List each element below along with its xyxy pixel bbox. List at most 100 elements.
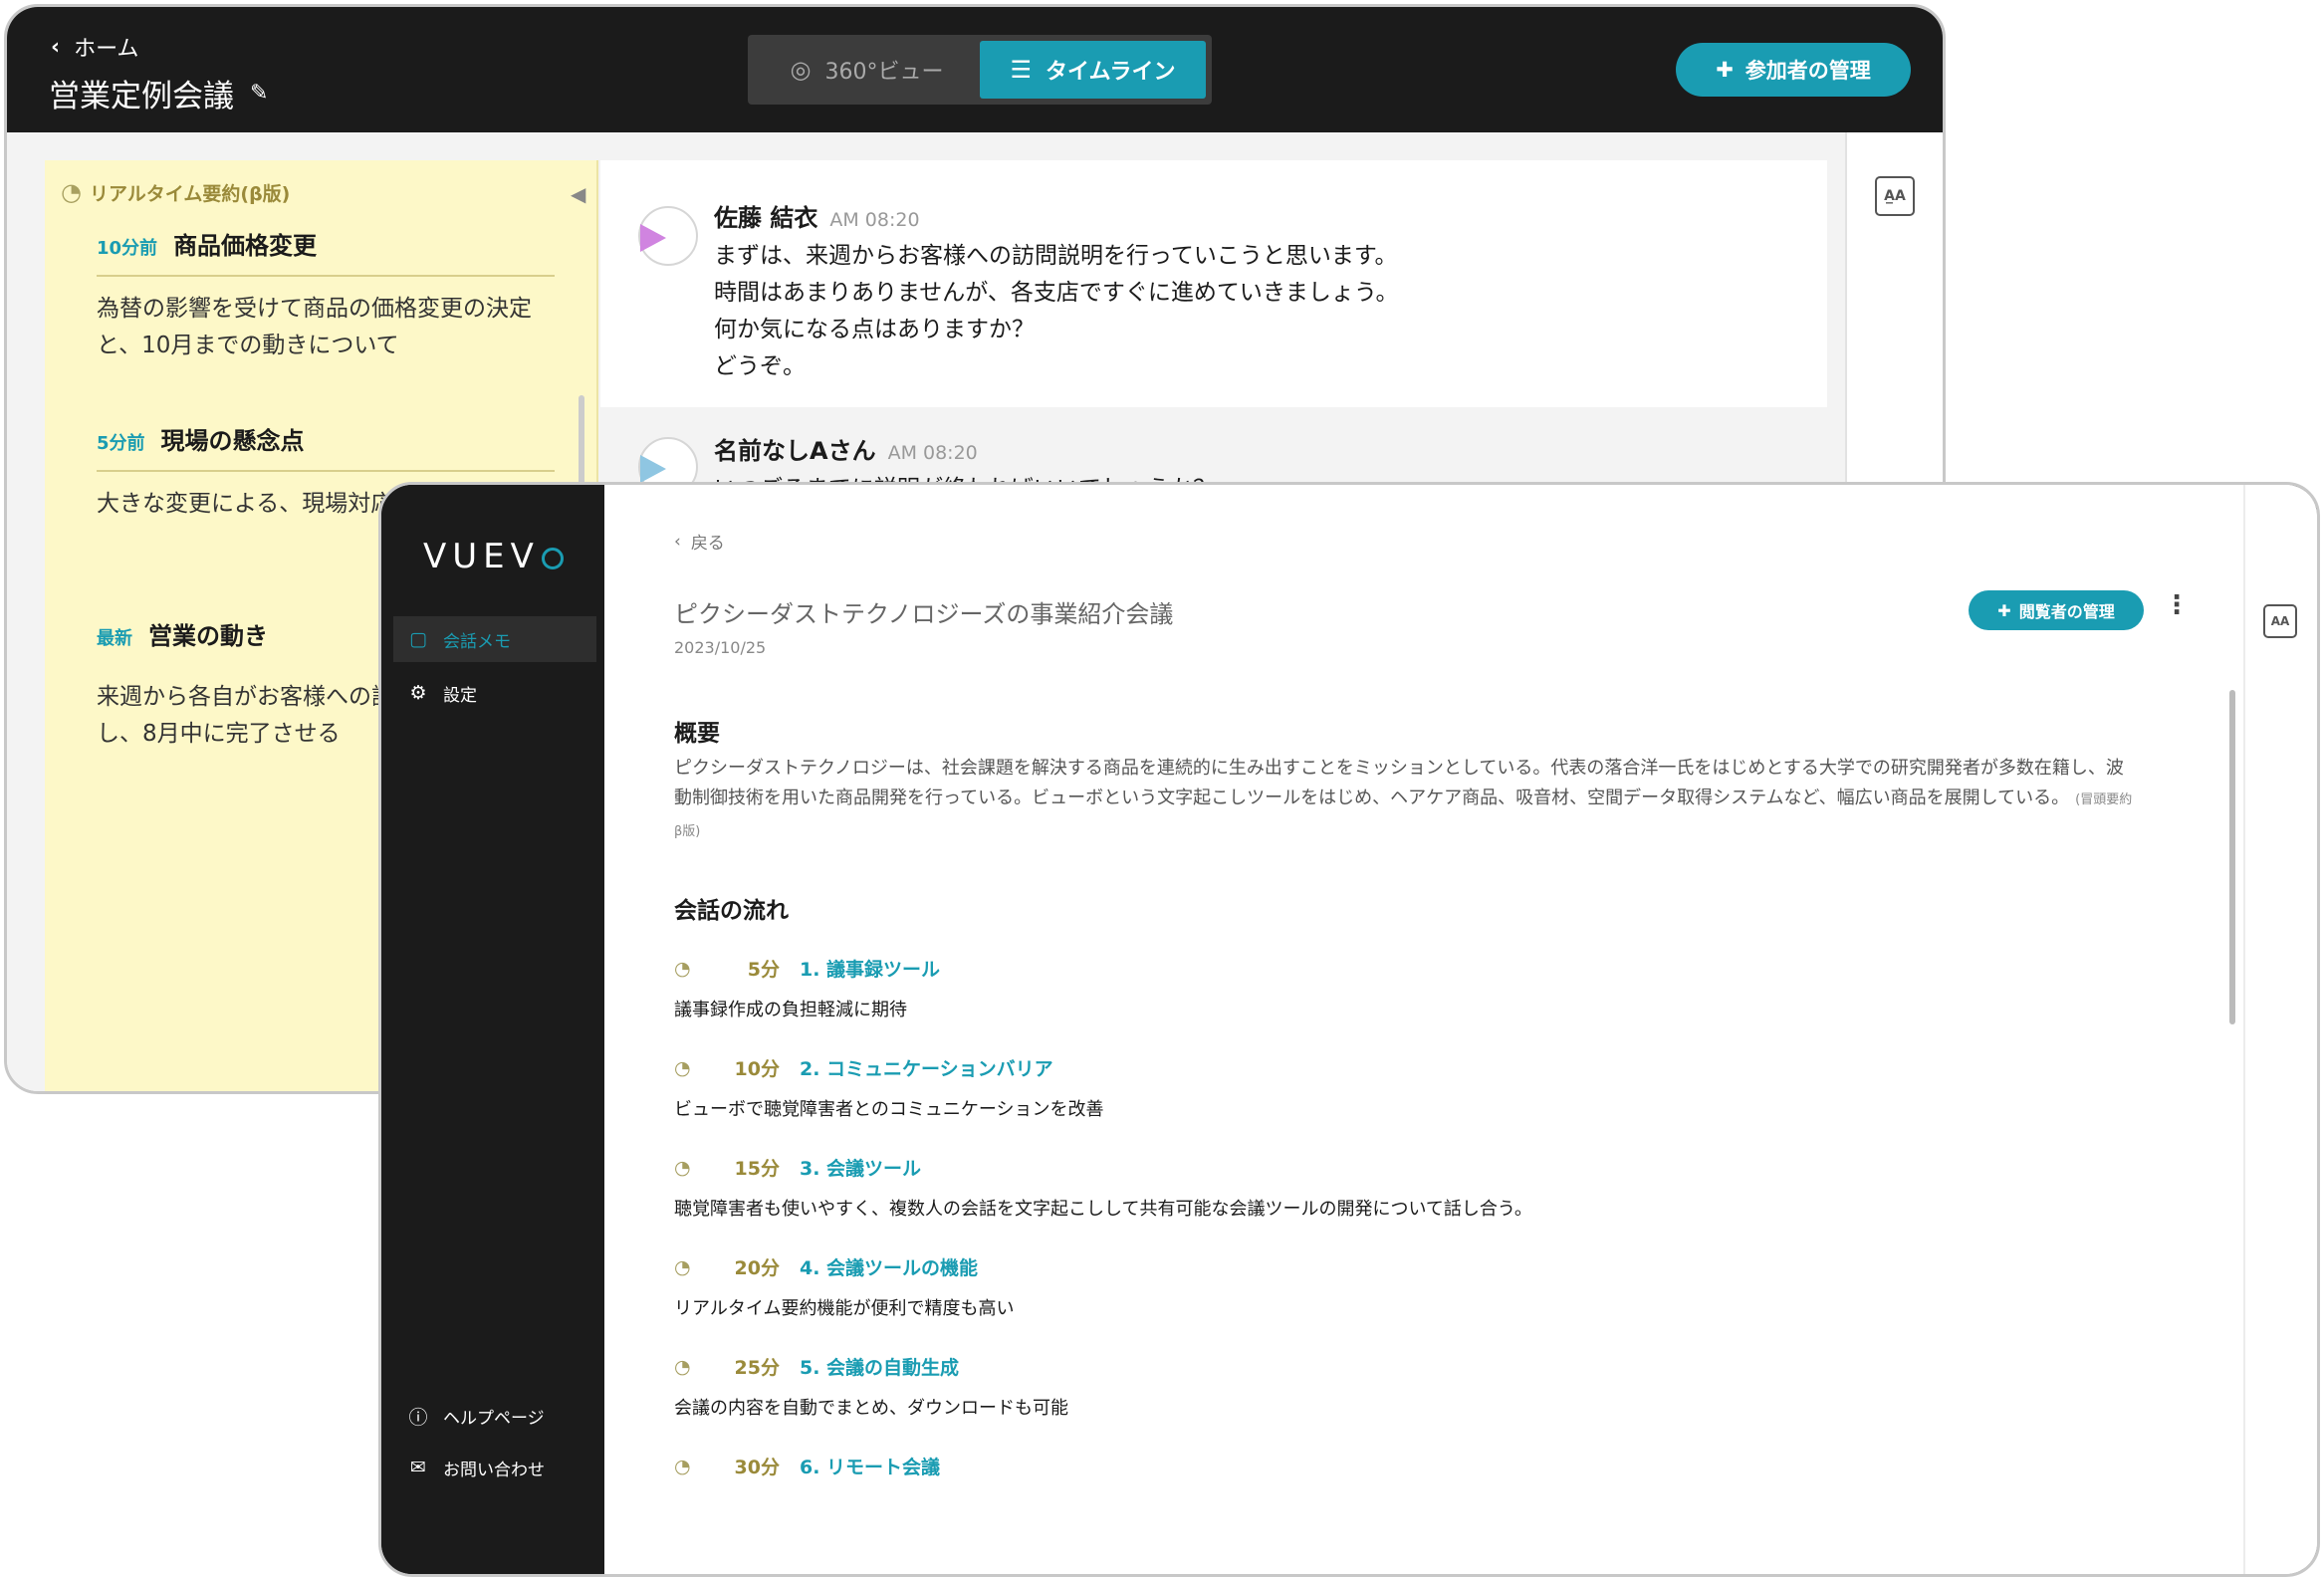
flow-item: ◔ 25分 5. 会議の自動生成 会議の内容を自動でまとめ、ダウンロードも可能 — [674, 1353, 2068, 1420]
clock-check-icon: ◔ — [674, 1455, 691, 1477]
view-toggle: ◎ 360°ビュー ☰ タイムライン — [748, 35, 1212, 105]
flow-minute: 25分 — [734, 1357, 780, 1379]
clock-check-icon: ◔ — [674, 957, 691, 980]
collapse-triangle-icon[interactable]: ◀ — [571, 182, 585, 206]
tab-timeline[interactable]: ☰ タイムライン — [980, 41, 1206, 99]
edit-pencil-icon[interactable]: ✎ — [250, 81, 268, 106]
summary-topic: 現場の懸念点 — [160, 427, 305, 455]
flow-minute: 15分 — [734, 1158, 780, 1180]
flow-topic-link[interactable]: 3. 会議ツール — [800, 1154, 921, 1181]
overview-title: 概要 — [674, 721, 720, 747]
sidebar-item-settings[interactable]: ⚙ 設定 — [393, 670, 596, 716]
clock-check-icon: ◔ — [674, 1355, 691, 1378]
logo-o-ring — [541, 547, 564, 569]
sidebar-item-help[interactable]: ⓘ ヘルプページ — [393, 1393, 596, 1439]
content-scrollbar[interactable] — [2229, 690, 2235, 1024]
home-link[interactable]: ‹ ホーム — [51, 31, 138, 63]
speaker-name: 名前なしAさん — [714, 437, 876, 465]
front-window: VUEV ▢ 会話メモ ⚙ 設定 ⓘ ヘルプページ ✉ お問い合わせ ‹ 戻る … — [378, 482, 2320, 1577]
timeline-list-icon: ☰ — [1010, 56, 1033, 84]
summary-heading: ◔ リアルタイム要約(β版) — [61, 178, 290, 206]
clock-check-icon: ◔ — [674, 1056, 691, 1079]
speaker-name: 佐藤 結衣 — [714, 204, 818, 232]
summary-topic: 商品価格変更 — [173, 232, 318, 260]
sidebar-item-label: ヘルプページ — [443, 1408, 545, 1429]
back-link[interactable]: ‹ 戻る — [674, 529, 725, 555]
flow-item: ◔ 5分 1. 議事録ツール 議事録作成の負担軽減に期待 — [674, 955, 2068, 1021]
page-title: ピクシーダストテクノロジーズの事業紹介会議 — [674, 600, 1174, 628]
flow-desc: ビューボで聴覚障害者とのコミュニケーションを改善 — [674, 1099, 1104, 1120]
sidebar-item-label: 設定 — [443, 685, 477, 706]
flow-minute: 10分 — [734, 1058, 780, 1080]
sidebar-item-label: お問い合わせ — [443, 1460, 545, 1480]
summary-topic: 営業の動き — [148, 622, 268, 650]
play-icon — [640, 224, 666, 252]
summary-heading-text: リアルタイム要約(β版) — [89, 182, 291, 205]
flow-topic-link[interactable]: 4. 会議ツールの機能 — [800, 1253, 978, 1280]
tab-timeline-label: タイムライン — [1046, 60, 1176, 85]
tab-360-view[interactable]: ◎ 360°ビュー — [754, 41, 980, 99]
meeting-title: 営業定例会議 ✎ — [49, 71, 268, 115]
flow-desc: 聴覚障害者も使いやすく、複数人の会話を文字起こしして共有可能な会議ツールの開発に… — [674, 1199, 1532, 1220]
flow-desc: 会議の内容を自動でまとめ、ダウンロードも可能 — [674, 1398, 1068, 1419]
360-view-icon: ◎ — [790, 56, 812, 84]
play-icon — [640, 455, 666, 483]
logo-text: VUEV — [423, 537, 540, 576]
home-label: ホーム — [74, 37, 139, 62]
flow-topic-link[interactable]: 5. 会議の自動生成 — [800, 1353, 959, 1380]
flow-minute: 30分 — [734, 1457, 780, 1478]
manage-viewers-label: 閲覧者の管理 — [2018, 602, 2115, 621]
clock-check-icon: ◔ — [674, 1156, 691, 1179]
flow-topic-link[interactable]: 1. 議事録ツール — [800, 955, 940, 982]
front-right-toolbar: AA — [2243, 485, 2317, 1574]
flow-item: ◔ 10分 2. コミュニケーションバリア ビューボで聴覚障害者とのコミュニケー… — [674, 1054, 2068, 1121]
back-header: ‹ ホーム 営業定例会議 ✎ ◎ 360°ビュー ☰ タイムライン ✚ 参加者の… — [7, 7, 1943, 132]
font-size-icon[interactable]: A̲A — [1875, 176, 1915, 216]
page-date: 2023/10/25 — [674, 638, 767, 657]
summary-when: 10分前 — [97, 238, 158, 259]
message-time: AM 08:20 — [829, 209, 920, 231]
gear-icon: ⚙ — [409, 682, 427, 704]
summary-scrollbar[interactable] — [579, 395, 584, 485]
clock-check-icon: ◔ — [61, 178, 82, 206]
chat-message: 佐藤 結衣 AM 08:20 まずは、来週からお客様への訪問説明を行っていこうと… — [600, 160, 1827, 407]
summary-item: 10分前 商品価格変更 為替の影響を受けて商品の価格変更の決定と、10月までの動… — [97, 226, 555, 364]
manage-viewers-button[interactable]: ✚ 閲覧者の管理 — [1969, 590, 2144, 630]
vuevo-logo: VUEV — [423, 537, 564, 576]
font-size-icon[interactable]: AA — [2263, 604, 2297, 638]
overview-text: ピクシーダストテクノロジーは、社会課題を解決する商品を連続的に生み出すことをミッ… — [674, 754, 2136, 847]
add-person-icon: ✚ — [1997, 600, 2011, 620]
tab-360-view-label: 360°ビュー — [824, 60, 944, 85]
sidebar-item-label: 会話メモ — [443, 631, 511, 652]
flow-item: ◔ 20分 4. 会議ツールの機能 リアルタイム要約機能が便利で精度も高い — [674, 1253, 2068, 1320]
chevron-left-icon: ‹ — [51, 34, 61, 60]
flow-minute: 5分 — [747, 959, 780, 981]
add-person-icon: ✚ — [1716, 58, 1734, 82]
flow-desc: リアルタイム要約機能が便利で精度も高い — [674, 1298, 1015, 1319]
message-text: まずは、来週からお客様への訪問説明を行っていこうと思います。 時間はあまりありま… — [714, 243, 1399, 379]
flow-item: ◔ 30分 6. リモート会議 — [674, 1453, 2068, 1493]
avatar[interactable] — [638, 206, 698, 266]
flow-desc: 議事録作成の負担軽減に期待 — [674, 1000, 907, 1020]
clock-check-icon: ◔ — [674, 1255, 691, 1278]
memo-icon: ▢ — [409, 628, 427, 650]
sidebar-item-memo[interactable]: ▢ 会話メモ — [393, 616, 596, 662]
help-circle-icon: ⓘ — [408, 1406, 428, 1429]
summary-when: 最新 — [97, 628, 132, 649]
flow-topic-link[interactable]: 2. コミュニケーションバリア — [800, 1054, 1053, 1081]
mail-icon: ✉ — [410, 1457, 426, 1478]
flow-item: ◔ 15分 3. 会議ツール 聴覚障害者も使いやすく、複数人の会話を文字起こしし… — [674, 1154, 2068, 1221]
summary-desc: 為替の影響を受けて商品の価格変更の決定と、10月までの動きについて — [97, 296, 532, 358]
overview-body: ピクシーダストテクノロジーは、社会課題を解決する商品を連続的に生み出すことをミッ… — [674, 758, 2124, 808]
sidebar-item-contact[interactable]: ✉ お問い合わせ — [393, 1445, 596, 1490]
flow-title: 会話の流れ — [674, 898, 789, 924]
summary-when: 5分前 — [97, 433, 145, 454]
manage-participants-button[interactable]: ✚ 参加者の管理 — [1676, 43, 1911, 97]
front-main: ‹ 戻る ピクシーダストテクノロジーズの事業紹介会議 2023/10/25 ✚ … — [604, 485, 2317, 1574]
flow-topic-link[interactable]: 6. リモート会議 — [800, 1453, 940, 1479]
flow-minute: 20分 — [734, 1257, 780, 1279]
manage-participants-label: 参加者の管理 — [1744, 59, 1871, 83]
meeting-title-text: 営業定例会議 — [49, 79, 234, 114]
more-vertical-icon[interactable]: ⋮ — [2164, 590, 2190, 620]
message-time: AM 08:20 — [887, 442, 978, 464]
